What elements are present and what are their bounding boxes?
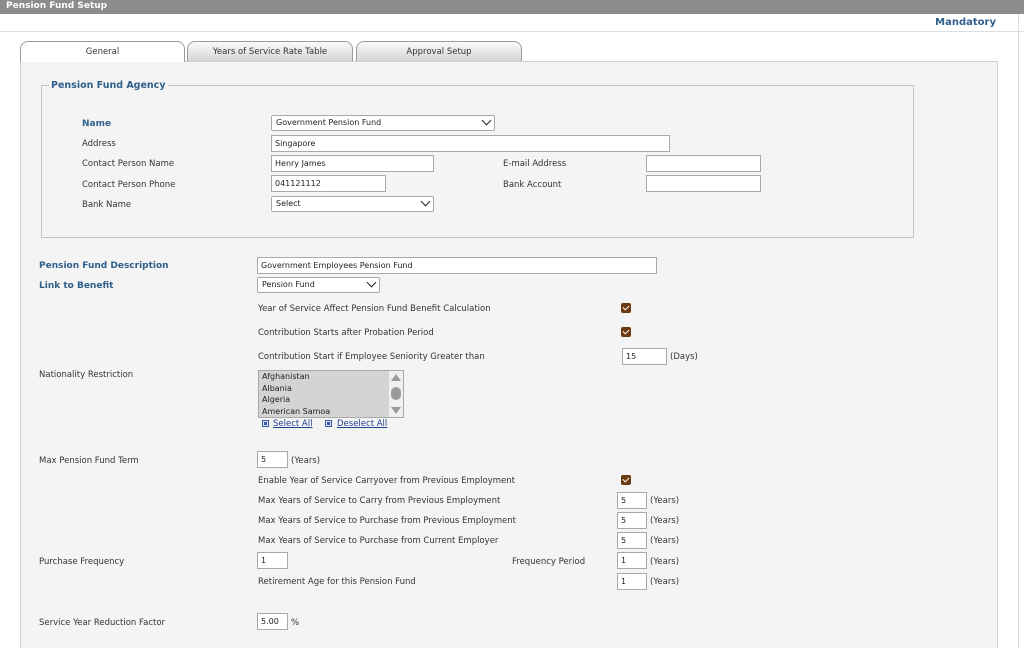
agency-name-label: Name	[82, 119, 112, 129]
freq-period-label: Frequency Period	[512, 557, 586, 567]
bank-name-select[interactable]: Select	[271, 196, 434, 212]
years-unit: (Years)	[650, 557, 680, 567]
chevron-down-icon	[481, 115, 492, 126]
email-label: E-mail Address	[503, 159, 567, 169]
yos-affect-checkbox[interactable]	[621, 303, 631, 313]
address-label: Address	[82, 139, 116, 149]
title-bar: Pension Fund Setup	[0, 0, 1024, 14]
select-all-icon	[262, 420, 269, 427]
nationality-listbox[interactable]: Afghanistan Albania Algeria American Sam…	[258, 370, 404, 418]
description-input[interactable]: Government Employees Pension Fund	[257, 257, 657, 274]
agency-name-select[interactable]: Government Pension Fund	[271, 115, 495, 131]
link-benefit-select[interactable]: Pension Fund	[257, 277, 380, 293]
yos-affect-label: Year of Service Affect Pension Fund Bene…	[258, 304, 491, 314]
bank-account-label: Bank Account	[503, 180, 562, 190]
select-all-link[interactable]: Select All	[273, 419, 312, 429]
contact-phone-input[interactable]: 041121112	[271, 175, 386, 192]
list-item[interactable]: Algeria	[259, 394, 403, 406]
agency-legend: Pension Fund Agency	[49, 80, 168, 91]
scroll-down-icon[interactable]	[391, 407, 401, 414]
contact-name-label: Contact Person Name	[82, 159, 175, 169]
email-input[interactable]	[646, 155, 761, 172]
purchase-freq-input[interactable]: 1	[257, 552, 288, 569]
agency-name-value: Government Pension Fund	[276, 118, 382, 127]
contact-phone-label: Contact Person Phone	[82, 180, 176, 190]
divider	[0, 31, 1024, 32]
bank-account-input[interactable]	[646, 175, 761, 192]
contrib-seniority-input[interactable]: 15	[622, 348, 667, 365]
reduction-factor-label: Service Year Reduction Factor	[39, 618, 166, 628]
chevron-down-icon	[366, 277, 377, 288]
scroll-thumb[interactable]	[391, 387, 401, 400]
bank-name-value: Select	[276, 199, 301, 208]
days-unit: (Days)	[670, 352, 698, 362]
scrollbar-edge	[1018, 14, 1019, 648]
max-purchase-curr-label: Max Years of Service to Purchase from Cu…	[258, 536, 499, 546]
percent-unit: %	[291, 618, 300, 628]
listbox-scrollbar[interactable]	[389, 371, 403, 417]
max-term-label: Max Pension Fund Term	[39, 456, 139, 466]
years-unit: (Years)	[650, 577, 680, 587]
freq-period-input[interactable]: 1	[617, 552, 647, 569]
carryover-label: Enable Year of Service Carryover from Pr…	[258, 476, 516, 486]
max-purchase-prev-input[interactable]: 5	[617, 512, 647, 529]
address-input[interactable]: Singapore	[271, 135, 670, 152]
max-carry-label: Max Years of Service to Carry from Previ…	[258, 496, 501, 506]
list-item[interactable]: American Samoa	[259, 406, 403, 418]
reduction-factor-input[interactable]: 5.00	[257, 613, 288, 630]
max-purchase-prev-label: Max Years of Service to Purchase from Pr…	[258, 516, 516, 526]
contrib-seniority-label: Contribution Start if Employee Seniority…	[258, 352, 485, 362]
tab-general[interactable]: General	[20, 41, 185, 62]
contrib-probation-label: Contribution Starts after Probation Peri…	[258, 328, 434, 338]
retirement-age-label: Retirement Age for this Pension Fund	[258, 577, 416, 587]
tab-years-of-service-rate-table[interactable]: Years of Service Rate Table	[187, 41, 353, 61]
contact-name-input[interactable]: Henry James	[271, 155, 434, 172]
contrib-probation-checkbox[interactable]	[621, 327, 631, 337]
chevron-down-icon	[420, 196, 431, 207]
tab-approval-setup[interactable]: Approval Setup	[356, 41, 522, 61]
scroll-up-icon[interactable]	[391, 374, 401, 381]
list-item[interactable]: Albania	[259, 383, 403, 395]
years-unit: (Years)	[650, 536, 680, 546]
retirement-age-input[interactable]: 1	[617, 573, 647, 590]
years-unit: (Years)	[291, 456, 321, 466]
mandatory-label: Mandatory	[935, 17, 996, 28]
max-carry-input[interactable]: 5	[617, 492, 647, 509]
purchase-freq-label: Purchase Frequency	[39, 557, 125, 567]
years-unit: (Years)	[650, 516, 680, 526]
link-benefit-label: Link to Benefit	[39, 281, 114, 291]
list-item[interactable]: Afghanistan	[259, 371, 403, 383]
deselect-all-link[interactable]: Deselect All	[337, 419, 387, 429]
description-label: Pension Fund Description	[39, 261, 169, 271]
nationality-label: Nationality Restriction	[39, 370, 134, 380]
deselect-all-icon	[325, 420, 332, 427]
max-purchase-curr-input[interactable]: 5	[617, 532, 647, 549]
link-benefit-value: Pension Fund	[262, 280, 315, 289]
max-term-input[interactable]: 5	[257, 451, 288, 468]
bank-name-label: Bank Name	[82, 200, 132, 210]
years-unit: (Years)	[650, 496, 680, 506]
page-title: Pension Fund Setup	[6, 1, 108, 11]
carryover-checkbox[interactable]	[621, 475, 631, 485]
